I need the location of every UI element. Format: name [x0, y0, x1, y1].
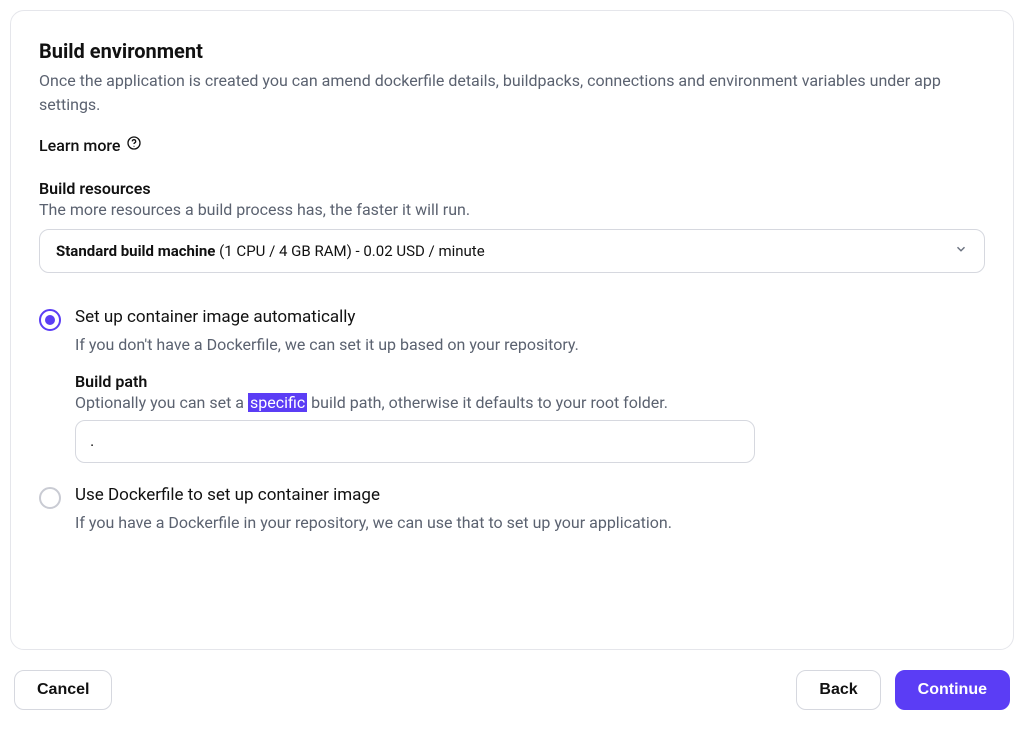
build-machine-details: (1 CPU / 4 GB RAM) - 0.02 USD / minute	[215, 242, 484, 260]
option-dockerfile-content: Use Dockerfile to set up container image…	[75, 485, 985, 532]
option-auto: Set up container image automatically If …	[39, 307, 985, 463]
page-title: Build environment	[39, 39, 985, 63]
option-auto-content: Set up container image automatically If …	[75, 307, 985, 463]
container-setup-group: Set up container image automatically If …	[39, 307, 985, 532]
option-auto-description: If you don't have a Dockerfile, we can s…	[75, 335, 985, 354]
back-button[interactable]: Back	[796, 670, 880, 710]
build-path-label: Build path	[75, 372, 985, 391]
learn-more-link[interactable]: Learn more	[39, 135, 142, 155]
radio-auto-dot	[45, 315, 55, 325]
footer: Cancel Back Continue	[0, 650, 1024, 710]
help-icon	[126, 135, 142, 155]
continue-button[interactable]: Continue	[895, 670, 1010, 710]
option-dockerfile-description: If you have a Dockerfile in your reposit…	[75, 513, 985, 532]
radio-dockerfile[interactable]	[39, 487, 61, 509]
cancel-button[interactable]: Cancel	[14, 670, 112, 710]
build-machine-name: Standard build machine	[56, 242, 215, 260]
build-path-desc-pre: Optionally you can set a	[75, 393, 248, 412]
option-dockerfile-title: Use Dockerfile to set up container image	[75, 485, 985, 505]
build-path-desc-post: build path, otherwise it defaults to you…	[307, 393, 668, 412]
page: Build environment Once the application i…	[0, 0, 1024, 742]
build-resources-description: The more resources a build process has, …	[39, 200, 985, 219]
page-description: Once the application is created you can …	[39, 69, 985, 117]
build-resources-label: Build resources	[39, 179, 985, 198]
build-machine-select[interactable]: Standard build machine (1 CPU / 4 GB RAM…	[39, 229, 985, 273]
learn-more-label: Learn more	[39, 136, 120, 155]
option-auto-title: Set up container image automatically	[75, 307, 985, 327]
footer-right: Back Continue	[796, 670, 1010, 710]
radio-auto[interactable]	[39, 309, 61, 331]
build-path-description: Optionally you can set a specific build …	[75, 393, 985, 412]
build-machine-selected: Standard build machine (1 CPU / 4 GB RAM…	[56, 242, 485, 260]
build-environment-card: Build environment Once the application i…	[10, 10, 1014, 650]
build-path-desc-highlight: specific	[248, 393, 307, 412]
option-dockerfile: Use Dockerfile to set up container image…	[39, 485, 985, 532]
build-path-input[interactable]	[75, 420, 755, 463]
build-resources-section: Build resources The more resources a bui…	[39, 179, 985, 273]
chevron-down-icon	[954, 242, 968, 260]
